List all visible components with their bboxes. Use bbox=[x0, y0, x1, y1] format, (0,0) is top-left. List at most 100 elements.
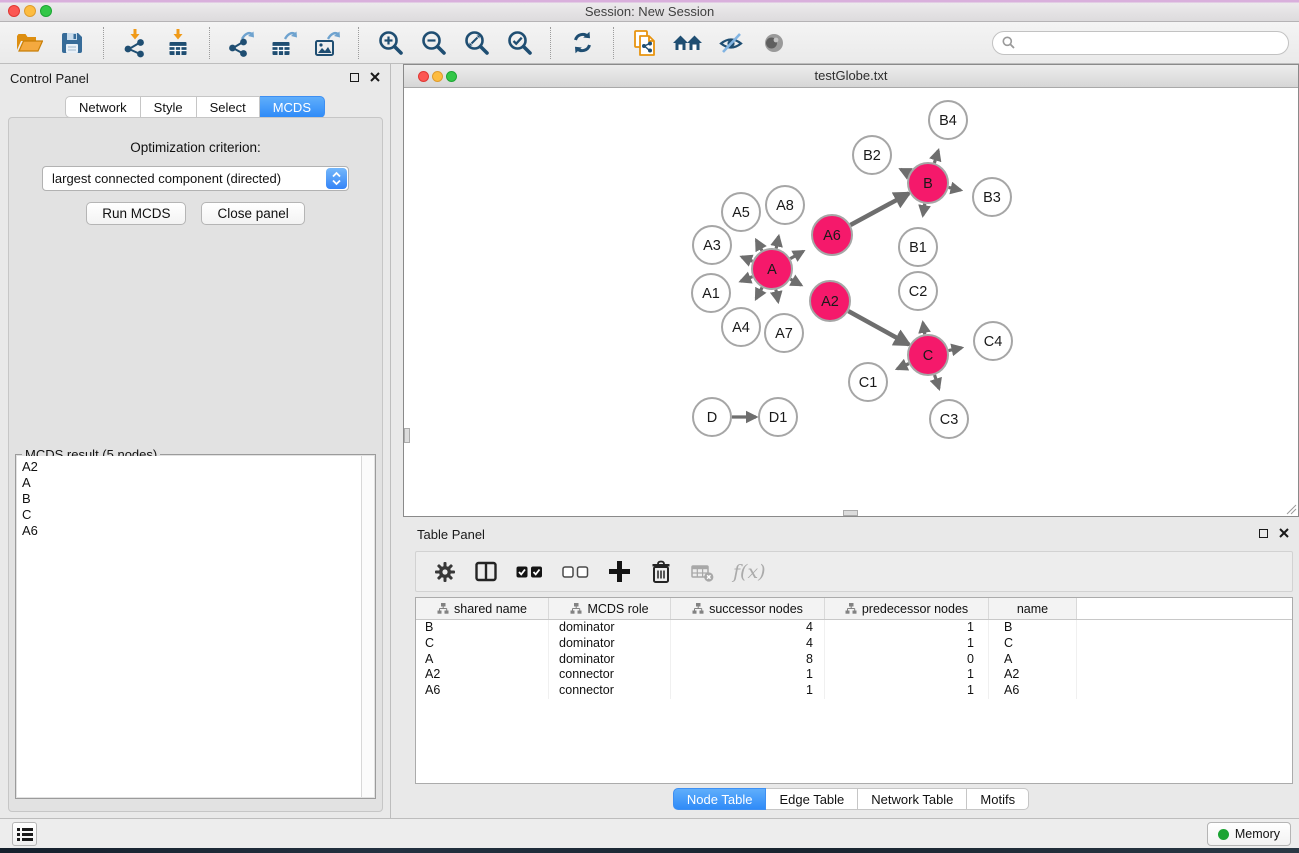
canvas-bottom-handle[interactable] bbox=[843, 510, 858, 516]
table-cell[interactable]: C bbox=[416, 636, 549, 652]
close-traffic-light[interactable] bbox=[8, 5, 20, 17]
table-cell[interactable]: A2 bbox=[989, 667, 1077, 683]
task-history-button[interactable] bbox=[12, 822, 37, 846]
refresh-button[interactable] bbox=[565, 26, 599, 60]
table-cell[interactable]: 1 bbox=[825, 636, 989, 652]
minimize-traffic-light[interactable] bbox=[24, 5, 36, 17]
table-cell[interactable]: connector bbox=[549, 683, 671, 699]
create-column-plus-icon[interactable] bbox=[608, 560, 631, 583]
mcds-result-scrollbar[interactable] bbox=[361, 456, 374, 797]
show-columns-icon[interactable] bbox=[475, 561, 497, 582]
edge-A6-B[interactable] bbox=[850, 193, 908, 225]
network-minimize-traffic-light[interactable] bbox=[432, 71, 443, 82]
table-cell[interactable]: A6 bbox=[416, 683, 549, 699]
import-table-button[interactable] bbox=[161, 26, 195, 60]
table-cell[interactable]: 0 bbox=[825, 652, 989, 668]
edge-C-C2[interactable] bbox=[923, 323, 925, 335]
mcds-result-item-b[interactable]: B bbox=[22, 491, 374, 507]
column-header-successor-nodes[interactable]: successor nodes bbox=[671, 598, 825, 619]
resize-grip-icon[interactable] bbox=[1285, 503, 1297, 515]
open-session-button[interactable] bbox=[12, 26, 46, 60]
zoom-fit-button[interactable] bbox=[459, 26, 493, 60]
edge-A-A7[interactable] bbox=[776, 290, 778, 302]
mcds-result-item-a[interactable]: A bbox=[22, 475, 374, 491]
export-image-button[interactable] bbox=[310, 26, 344, 60]
table-cell[interactable]: A bbox=[416, 652, 549, 668]
mcds-result-item-a2[interactable]: A2 bbox=[22, 459, 374, 475]
close-panel-icon[interactable] bbox=[1279, 528, 1289, 538]
tab-style[interactable]: Style bbox=[141, 96, 197, 118]
table-cell[interactable]: 1 bbox=[825, 683, 989, 699]
export-network-button[interactable] bbox=[224, 26, 258, 60]
table-cell[interactable]: dominator bbox=[549, 636, 671, 652]
network-graph[interactable]: B4B2BB3A8A5A6A3B1AC2A1A2A4A7C4CC1C3DD1 bbox=[404, 88, 1298, 516]
search-input[interactable] bbox=[1020, 35, 1279, 50]
tab-node-table[interactable]: Node Table bbox=[673, 788, 767, 810]
clone-network-button[interactable] bbox=[628, 26, 662, 60]
mcds-result-list[interactable]: A2ABCA6 bbox=[17, 456, 374, 797]
tab-network[interactable]: Network bbox=[65, 96, 141, 118]
zoom-in-button[interactable] bbox=[373, 26, 407, 60]
table-cell[interactable]: connector bbox=[549, 667, 671, 683]
mcds-result-item-a6[interactable]: A6 bbox=[22, 523, 374, 539]
edge-A-A2[interactable] bbox=[790, 279, 801, 285]
tab-edge-table[interactable]: Edge Table bbox=[766, 788, 858, 810]
table-cell[interactable]: B bbox=[416, 620, 549, 636]
column-header-shared-name[interactable]: shared name bbox=[416, 598, 549, 619]
import-network-button[interactable] bbox=[118, 26, 152, 60]
table-cell[interactable]: B bbox=[989, 620, 1077, 636]
column-header-mcds-role[interactable]: MCDS role bbox=[549, 598, 671, 619]
birdseye-view-button[interactable] bbox=[757, 26, 791, 60]
tab-network-table[interactable]: Network Table bbox=[858, 788, 967, 810]
network-close-traffic-light[interactable] bbox=[418, 71, 429, 82]
table-cell[interactable]: 4 bbox=[671, 620, 825, 636]
tab-motifs[interactable]: Motifs bbox=[967, 788, 1029, 810]
edge-B-B2[interactable] bbox=[901, 169, 910, 173]
table-row-c[interactable]: Cdominator41C bbox=[416, 636, 1292, 652]
edge-B-B3[interactable] bbox=[949, 187, 961, 190]
table-row-b[interactable]: Bdominator41B bbox=[416, 620, 1292, 636]
run-mcds-button[interactable]: Run MCDS bbox=[86, 202, 186, 225]
close-panel-icon[interactable] bbox=[370, 72, 380, 82]
table-row-a2[interactable]: A2connector11A2 bbox=[416, 667, 1292, 683]
column-header-name[interactable]: name bbox=[989, 598, 1077, 619]
edge-B-B1[interactable] bbox=[923, 204, 925, 216]
edge-A-A1[interactable] bbox=[741, 277, 753, 282]
edge-C-C1[interactable] bbox=[897, 364, 909, 369]
table-cell[interactable]: dominator bbox=[549, 652, 671, 668]
edge-A2-C[interactable] bbox=[848, 311, 908, 344]
export-table-button[interactable] bbox=[267, 26, 301, 60]
table-cell[interactable]: 1 bbox=[825, 620, 989, 636]
network-window-titlebar[interactable]: testGlobe.txt bbox=[404, 65, 1298, 88]
table-cell[interactable]: 4 bbox=[671, 636, 825, 652]
delete-column-trash-icon[interactable] bbox=[650, 560, 672, 584]
table-cell[interactable]: 1 bbox=[671, 683, 825, 699]
select-all-columns-icon[interactable] bbox=[516, 566, 543, 578]
table-cell[interactable]: C bbox=[989, 636, 1077, 652]
table-row-a[interactable]: Adominator80A bbox=[416, 652, 1292, 668]
edge-B-B4[interactable] bbox=[934, 150, 938, 162]
table-cell[interactable]: A6 bbox=[989, 683, 1077, 699]
column-header-predecessor-nodes[interactable]: predecessor nodes bbox=[825, 598, 989, 619]
canvas-left-handle[interactable] bbox=[404, 428, 410, 443]
table-cell[interactable]: A bbox=[989, 652, 1077, 668]
tab-select[interactable]: Select bbox=[197, 96, 260, 118]
float-panel-icon[interactable] bbox=[1259, 529, 1268, 538]
table-cell[interactable]: dominator bbox=[549, 620, 671, 636]
table-cell[interactable]: 1 bbox=[825, 667, 989, 683]
edge-A-A6[interactable] bbox=[790, 251, 803, 258]
zoom-selected-button[interactable] bbox=[502, 26, 536, 60]
edge-A-A3[interactable] bbox=[742, 257, 753, 261]
network-maximize-traffic-light[interactable] bbox=[446, 71, 457, 82]
criterion-dropdown[interactable]: largest connected component (directed) bbox=[42, 166, 349, 191]
float-panel-icon[interactable] bbox=[350, 73, 359, 82]
edge-C-C3[interactable] bbox=[935, 375, 939, 389]
zoom-out-button[interactable] bbox=[416, 26, 450, 60]
edge-C-C4[interactable] bbox=[949, 348, 962, 351]
table-cell[interactable]: A2 bbox=[416, 667, 549, 683]
edge-A-A5[interactable] bbox=[756, 240, 762, 250]
save-session-button[interactable] bbox=[55, 26, 89, 60]
mcds-result-item-c[interactable]: C bbox=[22, 507, 374, 523]
maximize-traffic-light[interactable] bbox=[40, 5, 52, 17]
edge-A-A4[interactable] bbox=[756, 288, 762, 299]
